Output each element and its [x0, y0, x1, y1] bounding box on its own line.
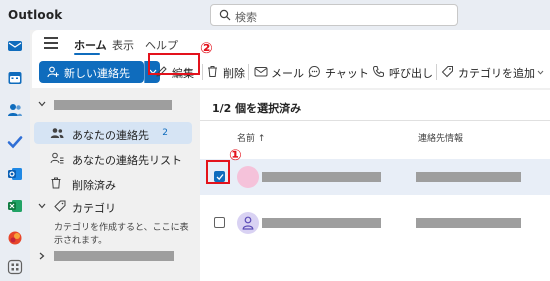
- search-placeholder: 検索: [235, 11, 257, 24]
- mail-icon: [254, 67, 268, 77]
- new-contact-label: 新しい連絡先: [64, 67, 130, 80]
- ribbon-tabs: ホーム 表示 ヘルプ: [32, 30, 550, 58]
- redacted-contact-info: [416, 172, 521, 182]
- divider: [202, 64, 203, 80]
- hamburger-icon[interactable]: [44, 37, 58, 49]
- tag-icon: [441, 66, 453, 78]
- title-bar: Outlook 検索: [0, 0, 550, 30]
- redacted-contact-name: [262, 218, 381, 228]
- folder-pane: あなたの連絡先 2 あなたの連絡先リスト 削除済み カテゴリ カテゴリを作成する…: [32, 90, 198, 281]
- annotation-one: ①: [229, 146, 242, 164]
- selection-status: 1/2 個を選択済み: [212, 102, 302, 115]
- contact-row[interactable]: [200, 205, 550, 241]
- folder-deleted-label: 削除済み: [72, 179, 116, 192]
- ribbon: ホーム 表示 ヘルプ 新しい連絡先 編集 削除 メール チャット 呼び出し カテ…: [32, 30, 550, 88]
- folder-deleted[interactable]: 削除済み: [34, 172, 192, 194]
- avatar: [237, 166, 259, 188]
- divider: [436, 64, 437, 80]
- divider: [200, 120, 550, 121]
- mail-icon[interactable]: [7, 38, 23, 54]
- people-icon: [50, 128, 64, 138]
- command-bar: 新しい連絡先 編集 削除 メール チャット 呼び出し カテゴリを追加 ②: [32, 39, 550, 88]
- todo-icon[interactable]: [7, 134, 23, 150]
- chat-icon: [308, 65, 320, 78]
- redacted-contact-info: [416, 218, 521, 228]
- column-header-name[interactable]: 名前 ↑: [237, 131, 265, 144]
- search-box[interactable]: 検索: [210, 4, 458, 26]
- app-rail: [0, 30, 30, 281]
- chat-label: チャット: [325, 67, 369, 80]
- category-hint: カテゴリを作成すると、ここに表示されます。: [54, 223, 189, 246]
- call-button[interactable]: 呼び出し: [372, 61, 434, 83]
- column-header-contact-info[interactable]: 連絡先情報: [418, 131, 463, 144]
- chevron-right-icon: [39, 252, 45, 260]
- tab-home[interactable]: ホーム: [74, 37, 107, 53]
- person-add-icon: [47, 66, 59, 78]
- person-icon: [242, 216, 254, 230]
- row-checkbox[interactable]: [214, 217, 225, 228]
- outlook-icon[interactable]: [7, 166, 23, 182]
- delete-button[interactable]: 削除: [206, 61, 246, 83]
- mail-button[interactable]: メール: [254, 61, 304, 83]
- calendar-icon[interactable]: [7, 70, 23, 86]
- trash-icon: [208, 66, 217, 77]
- tab-help[interactable]: ヘルプ: [145, 37, 178, 53]
- folder-my-contacts-label: あなたの連絡先: [72, 129, 149, 142]
- apps-icon[interactable]: [7, 259, 23, 275]
- folder-my-contacts-count: 2: [162, 128, 168, 138]
- tag-icon: [54, 200, 66, 212]
- chevron-down-icon: [38, 203, 46, 209]
- avatar: [237, 212, 259, 234]
- other-account-header[interactable]: [38, 250, 188, 264]
- office-icon[interactable]: [7, 230, 23, 246]
- folder-my-contacts[interactable]: あなたの連絡先 2: [34, 122, 192, 144]
- redacted-account-name: [54, 251, 174, 261]
- add-category-label: カテゴリを追加: [458, 67, 535, 80]
- excel-icon[interactable]: [7, 198, 23, 214]
- annotation-highlight-checkbox: [206, 160, 230, 184]
- annotation-highlight-edit: [148, 53, 200, 75]
- account-header[interactable]: [38, 98, 188, 112]
- divider: [248, 64, 249, 80]
- add-category-button[interactable]: カテゴリを追加: [441, 61, 535, 83]
- trash-icon: [51, 177, 61, 189]
- people-list-icon: [50, 152, 64, 164]
- tab-view[interactable]: 表示: [112, 37, 134, 53]
- new-contact-button[interactable]: 新しい連絡先: [39, 61, 144, 83]
- people-icon[interactable]: [7, 102, 23, 118]
- folder-contact-lists-label: あなたの連絡先リスト: [72, 154, 182, 167]
- active-tab-indicator: [74, 53, 100, 55]
- contact-row[interactable]: [200, 159, 550, 195]
- redacted-contact-name: [262, 172, 381, 182]
- delete-label: 削除: [223, 67, 245, 80]
- chevron-down-icon: [38, 101, 46, 107]
- call-label: 呼び出し: [389, 67, 433, 80]
- search-icon: [219, 9, 231, 21]
- mail-label: メール: [271, 67, 304, 80]
- annotation-two: ②: [200, 39, 213, 57]
- outlook-window: Outlook 検索 ホーム 表示 ヘルプ 新しい連絡先 編集 削除 メール チ…: [0, 0, 550, 281]
- folder-categories-label: カテゴリ: [72, 202, 116, 215]
- folder-contact-lists[interactable]: あなたの連絡先リスト: [34, 147, 192, 169]
- folder-categories[interactable]: カテゴリ: [34, 195, 192, 217]
- chevron-down-icon[interactable]: [537, 70, 544, 75]
- contact-list-pane: 1/2 個を選択済み 名前 ↑ 連絡先情報 ①: [200, 90, 550, 281]
- redacted-account-name: [54, 100, 172, 110]
- phone-icon: [372, 66, 384, 78]
- app-title: Outlook: [8, 8, 63, 22]
- chat-button[interactable]: チャット: [308, 61, 370, 83]
